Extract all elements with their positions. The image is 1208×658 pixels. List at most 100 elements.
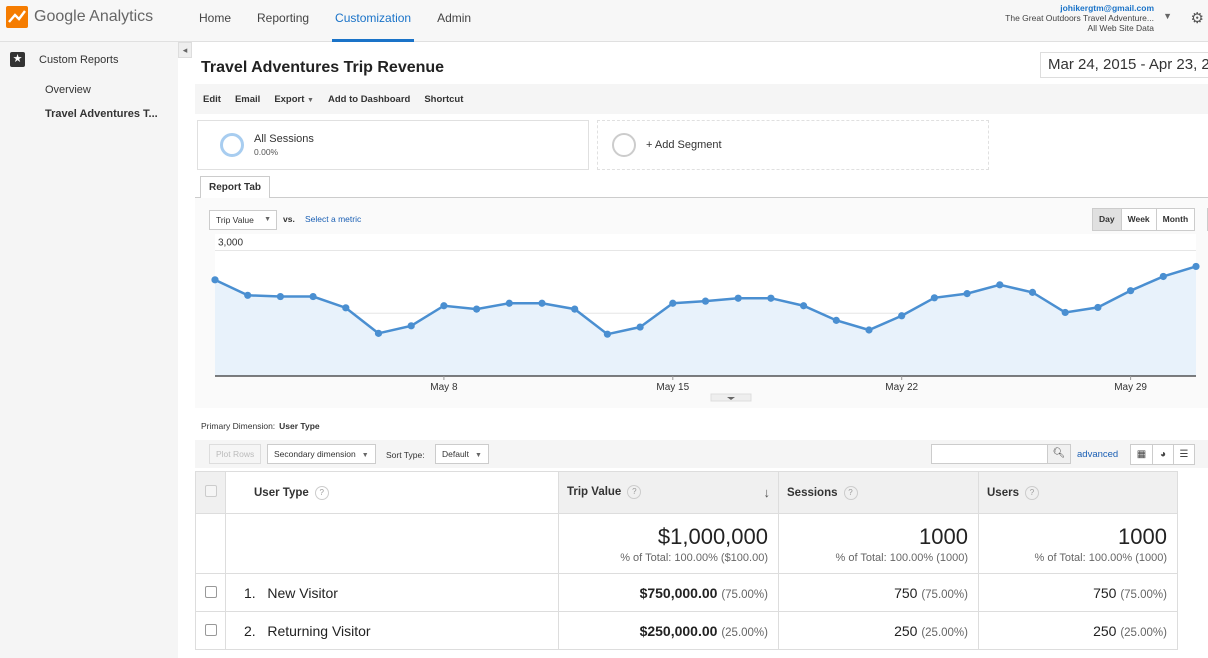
table-view-toggle: ▦ ◕ ☰ (1130, 444, 1195, 465)
header-users[interactable]: Users? (978, 471, 1178, 514)
data-point (505, 299, 513, 307)
total-trip-value: $1,000,000 % of Total: 100.00% ($100.00) (558, 513, 779, 574)
header-trip-value[interactable]: Trip Value? ↓ (558, 471, 779, 514)
row-name-link[interactable]: Returning Visitor (267, 623, 370, 639)
select-all-checkbox[interactable] (204, 485, 217, 497)
help-icon[interactable]: ? (627, 485, 642, 499)
plot-rows-button[interactable]: Plot Rows (209, 444, 262, 464)
row-sessions-number: 250 (894, 622, 918, 639)
edit-button[interactable]: Edit (203, 94, 221, 105)
row-name-link[interactable]: New Visitor (267, 585, 338, 601)
data-point (1192, 262, 1200, 271)
sidebar-heading[interactable]: ★ Custom Reports (10, 52, 118, 67)
data-point (603, 330, 611, 338)
data-point (701, 297, 710, 305)
sidebar-item-travel-adventures[interactable]: Travel Adventures T... (45, 108, 158, 120)
data-point (571, 305, 579, 313)
chevron-down-icon[interactable]: ▼ (1163, 11, 1172, 21)
row-users-pct: (75.00%) (1120, 588, 1167, 601)
email-button[interactable]: Email (235, 94, 260, 105)
row-checkbox-cell (195, 611, 226, 650)
data-point (1159, 272, 1167, 281)
segment-circle-icon (220, 133, 244, 157)
data-point (963, 290, 971, 298)
search-icon[interactable]: 🔍︎ (1047, 444, 1071, 464)
row-trip-value-number: $750,000.00 (639, 584, 718, 601)
data-point (538, 299, 546, 307)
pie-view-icon[interactable]: ◕ (1152, 445, 1173, 464)
x-tick-label: May 8 (430, 382, 458, 393)
report-title: Travel Adventures Trip Revenue (201, 59, 445, 76)
data-point (244, 291, 252, 299)
logo[interactable]: Google Analytics (6, 6, 153, 28)
analytics-logo-icon (6, 6, 28, 28)
header-trip-value-label: Trip Value (567, 486, 622, 499)
data-point (211, 276, 219, 284)
x-tick-label: May 15 (656, 382, 689, 393)
data-point (276, 292, 284, 301)
help-icon[interactable]: ? (843, 485, 858, 500)
header-sessions[interactable]: Sessions? (778, 471, 979, 514)
shortcut-button[interactable]: Shortcut (424, 94, 463, 105)
collapse-sidebar-icon[interactable]: ◂ (178, 42, 192, 58)
data-point (996, 281, 1004, 289)
sort-type-label: Sort Type: (386, 450, 425, 460)
export-button[interactable]: Export ▼ (274, 94, 314, 105)
star-icon: ★ (10, 52, 25, 67)
row-user-type: 2. Returning Visitor (225, 611, 559, 650)
account-view: All Web Site Data (1087, 23, 1154, 33)
help-icon[interactable]: ? (1024, 485, 1039, 500)
account-selector[interactable]: johikergtm@gmail.com The Great Outdoors … (1005, 3, 1154, 33)
data-point (636, 323, 644, 331)
header-sessions-label: Sessions (787, 486, 838, 499)
row-users: 250 (25.00%) (978, 611, 1178, 650)
line-chart: 3,0001,500May 8May 15May 22May 29 (211, 234, 1200, 402)
account-email: johikergtm@gmail.com (1060, 3, 1154, 13)
sort-type-value: Default (442, 449, 469, 459)
data-point (930, 294, 939, 302)
header-user-type[interactable]: User Type? (225, 471, 559, 514)
table-search-input[interactable] (931, 444, 1048, 464)
row-sessions: 750 (75.00%) (778, 573, 979, 612)
row-users-number: 250 (1093, 622, 1117, 639)
row-users-pct: (25.00%) (1120, 626, 1167, 639)
top-bar: Google Analytics Home Reporting Customiz… (0, 0, 1208, 42)
row-trip-value: $250,000.00 (25.00%) (558, 611, 779, 650)
gear-icon[interactable]: ⚙ (1191, 9, 1204, 27)
x-tick-label: May 29 (1114, 382, 1147, 393)
nav-customization[interactable]: Customization (322, 0, 424, 42)
row-checkbox[interactable] (204, 623, 217, 636)
table-header-row: User Type? Trip Value? ↓ Sessions? Users? (195, 471, 1178, 514)
data-point (342, 304, 350, 312)
add-to-dashboard-button[interactable]: Add to Dashboard (328, 94, 410, 105)
data-point (1094, 303, 1102, 312)
total-users-sub: % of Total: 100.00% (1000) (1034, 551, 1168, 564)
primary-dimension-value[interactable]: User Type (279, 421, 319, 431)
sort-type-dropdown[interactable]: Default ▼ (435, 444, 489, 464)
totals-label-cell (225, 513, 559, 574)
row-index: 2. (244, 622, 256, 639)
nav-admin[interactable]: Admin (424, 0, 484, 42)
nav-home[interactable]: Home (186, 0, 244, 42)
data-point (1028, 288, 1037, 296)
help-icon[interactable]: ? (314, 485, 329, 500)
segment-all-sessions[interactable]: All Sessions 0.00% (197, 120, 589, 170)
table-view-icon[interactable]: ▦ (1131, 445, 1152, 464)
add-segment-button[interactable]: + Add Segment (597, 120, 989, 170)
report-tab-bar: Report Tab (195, 176, 1208, 199)
performance-view-icon[interactable]: ☰ (1173, 445, 1194, 464)
nav-reporting[interactable]: Reporting (244, 0, 322, 42)
row-checkbox[interactable] (204, 585, 217, 598)
data-point (865, 326, 873, 334)
table-row: 2. Returning Visitor $250,000.00 (25.00%… (195, 611, 1178, 650)
secondary-dimension-dropdown[interactable]: Secondary dimension ▼ (267, 444, 376, 464)
app-name: Google Analytics (34, 8, 154, 25)
row-sessions-pct: (25.00%) (921, 626, 968, 639)
advanced-filter-link[interactable]: advanced (1077, 449, 1118, 460)
tab-report[interactable]: Report Tab (200, 176, 271, 199)
total-users-number: 1000 (1118, 523, 1167, 549)
date-range-picker[interactable]: Mar 24, 2015 - Apr 23, 2015 (1040, 52, 1208, 78)
export-label: Export (274, 93, 305, 105)
secondary-dimension-label: Secondary dimension (274, 449, 356, 459)
sidebar-item-overview[interactable]: Overview (45, 84, 91, 96)
